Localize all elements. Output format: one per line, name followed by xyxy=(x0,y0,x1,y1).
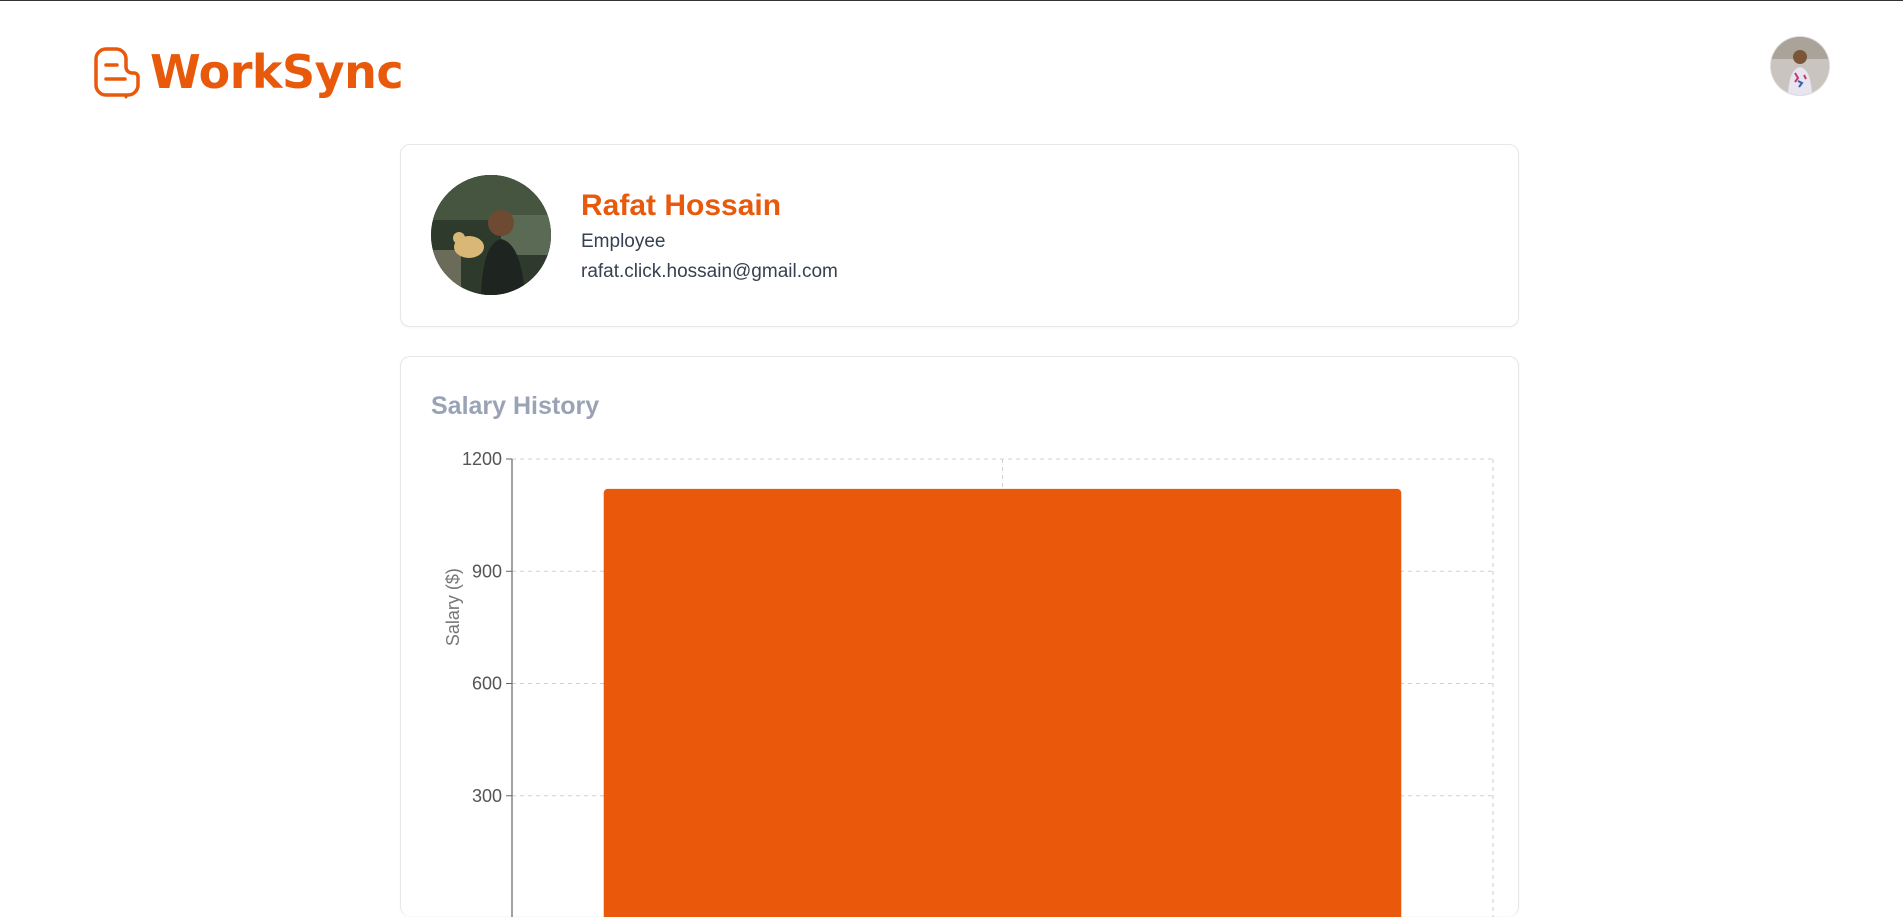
y-tick-label: 600 xyxy=(472,674,502,694)
salary-bar xyxy=(603,488,1402,917)
avatar-image xyxy=(1771,37,1829,95)
profile-card: Rafat Hossain Employee rafat.click.hossa… xyxy=(400,144,1519,327)
user-avatar[interactable] xyxy=(1771,37,1829,95)
profile-info: Rafat Hossain Employee rafat.click.hossa… xyxy=(581,189,838,283)
y-axis-label: Salary ($) xyxy=(443,568,463,646)
salary-history-card: Salary History 300 600 900 1200 Salary ($) xyxy=(400,356,1519,917)
blog-icon xyxy=(94,47,140,99)
profile-photo-image xyxy=(431,175,551,295)
profile-name: Rafat Hossain xyxy=(581,189,782,222)
brand-logo[interactable]: WorkSync xyxy=(88,45,404,99)
profile-email: rafat.click.hossain@gmail.com xyxy=(581,261,838,282)
y-tick-label: 900 xyxy=(472,561,502,581)
y-tick-label: 1200 xyxy=(462,449,502,469)
profile-role: Employee xyxy=(581,231,666,252)
brand-name: WorkSync xyxy=(150,45,404,99)
salary-chart: 300 600 900 1200 Salary ($) xyxy=(443,449,1494,917)
y-tick-label: 300 xyxy=(472,786,502,806)
profile-photo xyxy=(431,175,551,295)
navbar: WorkSync xyxy=(0,1,1903,141)
